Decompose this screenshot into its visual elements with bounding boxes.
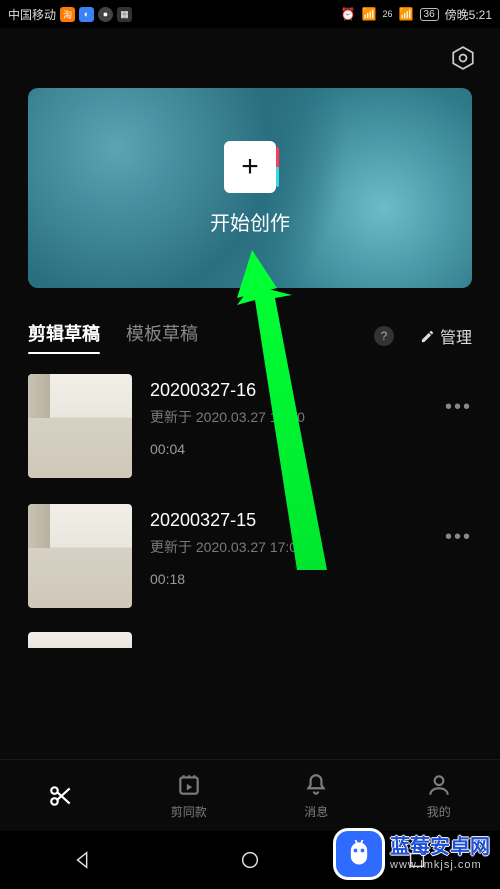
carrier-label: 中国移动 [8, 6, 56, 23]
draft-list: 20200327-16 更新于 2020.03.27 17:20 00:04 •… [28, 374, 472, 608]
plus-icon: + [241, 152, 259, 182]
start-create-label: 开始创作 [210, 207, 290, 236]
draft-title: 20200327-16 [150, 380, 427, 401]
battery-indicator: 36 [420, 8, 439, 21]
scissors-icon [48, 783, 74, 809]
clock-label: 傍晚5:21 [445, 6, 492, 23]
profile-icon [426, 772, 452, 798]
plus-button[interactable]: + [224, 141, 276, 193]
template-icon [176, 772, 202, 798]
nav-messages[interactable]: 消息 [303, 772, 329, 820]
android-nav-bar [0, 831, 500, 889]
manage-button[interactable]: 管理 [420, 324, 472, 348]
taobao-icon: 淘 [60, 7, 75, 22]
recents-button[interactable] [406, 849, 428, 871]
tab-template-drafts[interactable]: 模板草稿 [126, 320, 198, 352]
bottom-nav: 剪同款 消息 我的 [0, 759, 500, 831]
app-icon-2: ▦ [117, 7, 132, 22]
start-create-card[interactable]: + 开始创作 [28, 88, 472, 288]
draft-thumbnail [28, 374, 132, 478]
back-button[interactable] [72, 849, 94, 871]
draft-updated: 更新于 2020.03.27 17:20 [150, 407, 427, 427]
draft-thumbnail-peek [28, 632, 132, 648]
draft-thumbnail [28, 504, 132, 608]
alarm-icon: ⏰ [341, 7, 356, 21]
wifi-icon: 📶 [362, 7, 377, 21]
nav-edit[interactable] [48, 783, 74, 809]
pencil-icon [420, 329, 435, 344]
bell-icon [303, 772, 329, 798]
signal-icon: 📶 [399, 7, 414, 21]
more-button[interactable]: ••• [445, 504, 472, 549]
app-icon: ◐ [79, 7, 94, 22]
more-button[interactable]: ••• [445, 374, 472, 419]
app-header [0, 28, 500, 88]
draft-updated: 更新于 2020.03.27 17:06 [150, 537, 427, 557]
draft-item[interactable]: 20200327-15 更新于 2020.03.27 17:06 00:18 •… [28, 504, 472, 608]
draft-duration: 00:18 [150, 571, 427, 587]
home-button[interactable] [239, 849, 261, 871]
draft-duration: 00:04 [150, 441, 427, 457]
tab-edit-drafts[interactable]: 剪辑草稿 [28, 320, 100, 352]
nav-mine[interactable]: 我的 [426, 772, 452, 820]
status-bar: 中国移动 淘 ◐ ● ▦ ⏰ 📶 26 📶 36 傍晚5:21 [0, 0, 500, 28]
draft-title: 20200327-15 [150, 510, 427, 531]
draft-item[interactable]: 20200327-16 更新于 2020.03.27 17:20 00:04 •… [28, 374, 472, 478]
draft-tabs: 剪辑草稿 模板草稿 ? 管理 [28, 320, 472, 352]
network-badge: 26 [383, 9, 393, 19]
settings-icon[interactable] [450, 45, 476, 71]
chat-icon: ● [98, 7, 113, 22]
help-button[interactable]: ? [374, 326, 394, 346]
nav-cut-same[interactable]: 剪同款 [171, 772, 207, 820]
